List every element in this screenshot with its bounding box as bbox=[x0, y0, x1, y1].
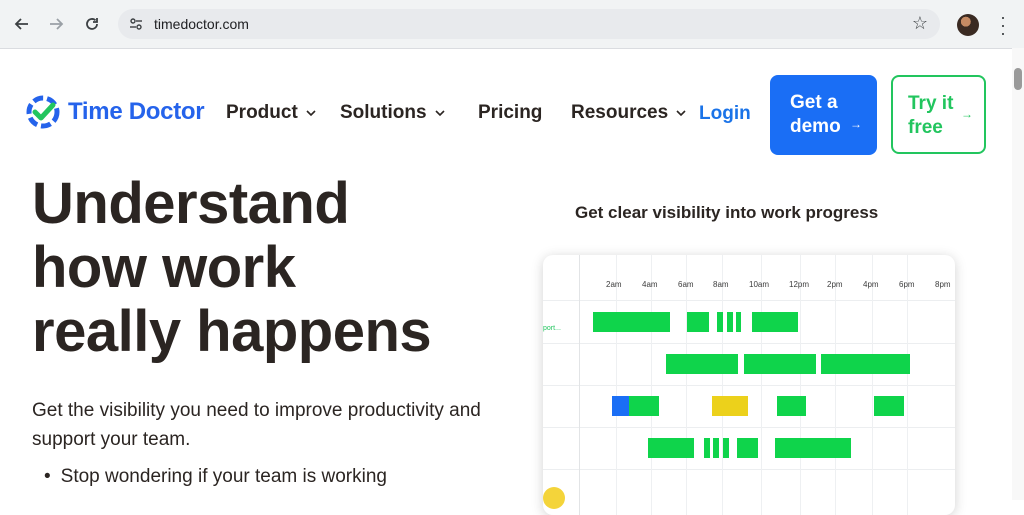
chevron-down-icon bbox=[434, 110, 445, 117]
arrow-right-icon: → bbox=[961, 107, 973, 121]
nav-product[interactable]: Product bbox=[226, 102, 316, 124]
grid-line bbox=[616, 255, 617, 515]
time-tick: 6am bbox=[678, 280, 694, 289]
demo-label-line2: demo bbox=[790, 116, 841, 137]
nav-product-label: Product bbox=[226, 102, 298, 123]
grid-line bbox=[543, 385, 955, 386]
nav-resources-label: Resources bbox=[571, 102, 669, 123]
grid-line bbox=[722, 255, 723, 515]
get-a-demo-button[interactable]: Get a demo → bbox=[770, 75, 877, 155]
time-tick: 4pm bbox=[863, 280, 879, 289]
time-tick: 2pm bbox=[827, 280, 843, 289]
activity-bar bbox=[736, 312, 741, 332]
address-bar[interactable]: timedoctor.com ☆ bbox=[118, 9, 940, 39]
hero-title-line3: really happens bbox=[32, 299, 432, 364]
activity-bar bbox=[777, 396, 806, 416]
activity-bar bbox=[821, 354, 910, 374]
arrow-right-icon: → bbox=[850, 117, 862, 131]
activity-bar bbox=[874, 396, 904, 416]
back-icon[interactable] bbox=[10, 12, 34, 36]
time-doctor-logo[interactable]: Time Doctor bbox=[24, 93, 205, 131]
grid-line bbox=[579, 255, 580, 515]
activity-bar bbox=[612, 396, 629, 416]
logo-text: Time Doctor bbox=[68, 98, 205, 125]
time-tick: 12pm bbox=[789, 280, 810, 289]
grid-line bbox=[907, 255, 908, 515]
activity-bar bbox=[723, 438, 729, 458]
grid-line bbox=[800, 255, 801, 515]
grid-line bbox=[686, 255, 687, 515]
chevron-down-icon bbox=[306, 110, 316, 117]
nav-solutions-label: Solutions bbox=[340, 102, 427, 123]
time-tick: 8pm bbox=[935, 280, 951, 289]
grid-line bbox=[543, 427, 955, 428]
activity-bar bbox=[775, 438, 851, 458]
timeline-card: 2am 4am 6am 8am 10am 12pm 2pm 4pm 6pm 8p… bbox=[543, 255, 955, 515]
try-label-line2: free bbox=[908, 117, 943, 138]
activity-bar bbox=[687, 312, 709, 332]
grid-line bbox=[543, 469, 955, 470]
time-tick: 4am bbox=[642, 280, 658, 289]
grid-line bbox=[543, 343, 955, 344]
scroll-thumb[interactable] bbox=[1014, 68, 1022, 90]
more-menu-icon[interactable]: · · · bbox=[998, 8, 1008, 42]
try-label-line1: Try it bbox=[908, 93, 954, 114]
chevron-down-icon bbox=[676, 110, 686, 117]
nav-pricing-label: Pricing bbox=[478, 102, 543, 123]
activity-bar bbox=[717, 312, 723, 332]
grid-line bbox=[872, 255, 873, 515]
forward-icon[interactable] bbox=[44, 12, 68, 36]
nav-solutions[interactable]: Solutions bbox=[340, 102, 445, 124]
hero-subtitle: Get the visibility you need to improve p… bbox=[32, 400, 481, 450]
activity-bar bbox=[712, 396, 748, 416]
hero-bullet: • Stop wondering if your team is working bbox=[44, 466, 387, 488]
time-tick: 6pm bbox=[899, 280, 915, 289]
logo-mark-icon bbox=[26, 95, 60, 129]
cursor-badge-icon bbox=[543, 487, 565, 509]
grid-line bbox=[543, 300, 955, 301]
profile-avatar[interactable] bbox=[957, 14, 979, 36]
time-tick: 2am bbox=[606, 280, 622, 289]
try-it-free-button[interactable]: Try it free → bbox=[891, 75, 986, 154]
hero-title-line2: how work bbox=[32, 235, 296, 300]
activity-bar bbox=[648, 438, 694, 458]
try-button-label: Try it free bbox=[908, 92, 953, 140]
demo-label-line1: Get a bbox=[790, 92, 838, 113]
hero-title: Understand how work really happens bbox=[32, 172, 512, 364]
grid-line bbox=[651, 255, 652, 515]
demo-button-label: Get a demo bbox=[790, 91, 841, 139]
activity-bar bbox=[713, 438, 719, 458]
activity-bar bbox=[593, 312, 670, 332]
site-settings-icon[interactable] bbox=[128, 16, 144, 32]
time-tick: 8am bbox=[713, 280, 729, 289]
browser-toolbar: timedoctor.com ☆ · · · bbox=[0, 0, 1024, 49]
nav-pricing[interactable]: Pricing bbox=[478, 102, 542, 124]
bullet-dot: • bbox=[44, 466, 51, 487]
activity-bar bbox=[737, 438, 758, 458]
activity-bar bbox=[704, 438, 710, 458]
grid-line bbox=[835, 255, 836, 515]
hero-title-line1: Understand bbox=[32, 171, 350, 236]
activity-bar bbox=[629, 396, 659, 416]
activity-bar bbox=[727, 312, 733, 332]
reload-icon[interactable] bbox=[80, 12, 104, 36]
grid-line bbox=[761, 255, 762, 515]
time-tick: 10am bbox=[749, 280, 770, 289]
activity-bar bbox=[666, 354, 738, 374]
activity-bar bbox=[744, 354, 816, 374]
page-scrollbar[interactable] bbox=[1012, 48, 1024, 500]
login-link[interactable]: Login bbox=[699, 103, 751, 125]
hero-bullet-text: Stop wondering if your team is working bbox=[60, 466, 387, 487]
bookmark-star-icon[interactable]: ☆ bbox=[912, 13, 928, 34]
url-text[interactable]: timedoctor.com bbox=[154, 16, 249, 32]
activity-bar bbox=[752, 312, 798, 332]
visual-title: Get clear visibility into work progress bbox=[575, 203, 879, 222]
nav-resources[interactable]: Resources bbox=[571, 102, 686, 124]
row-label: port... bbox=[543, 325, 561, 332]
